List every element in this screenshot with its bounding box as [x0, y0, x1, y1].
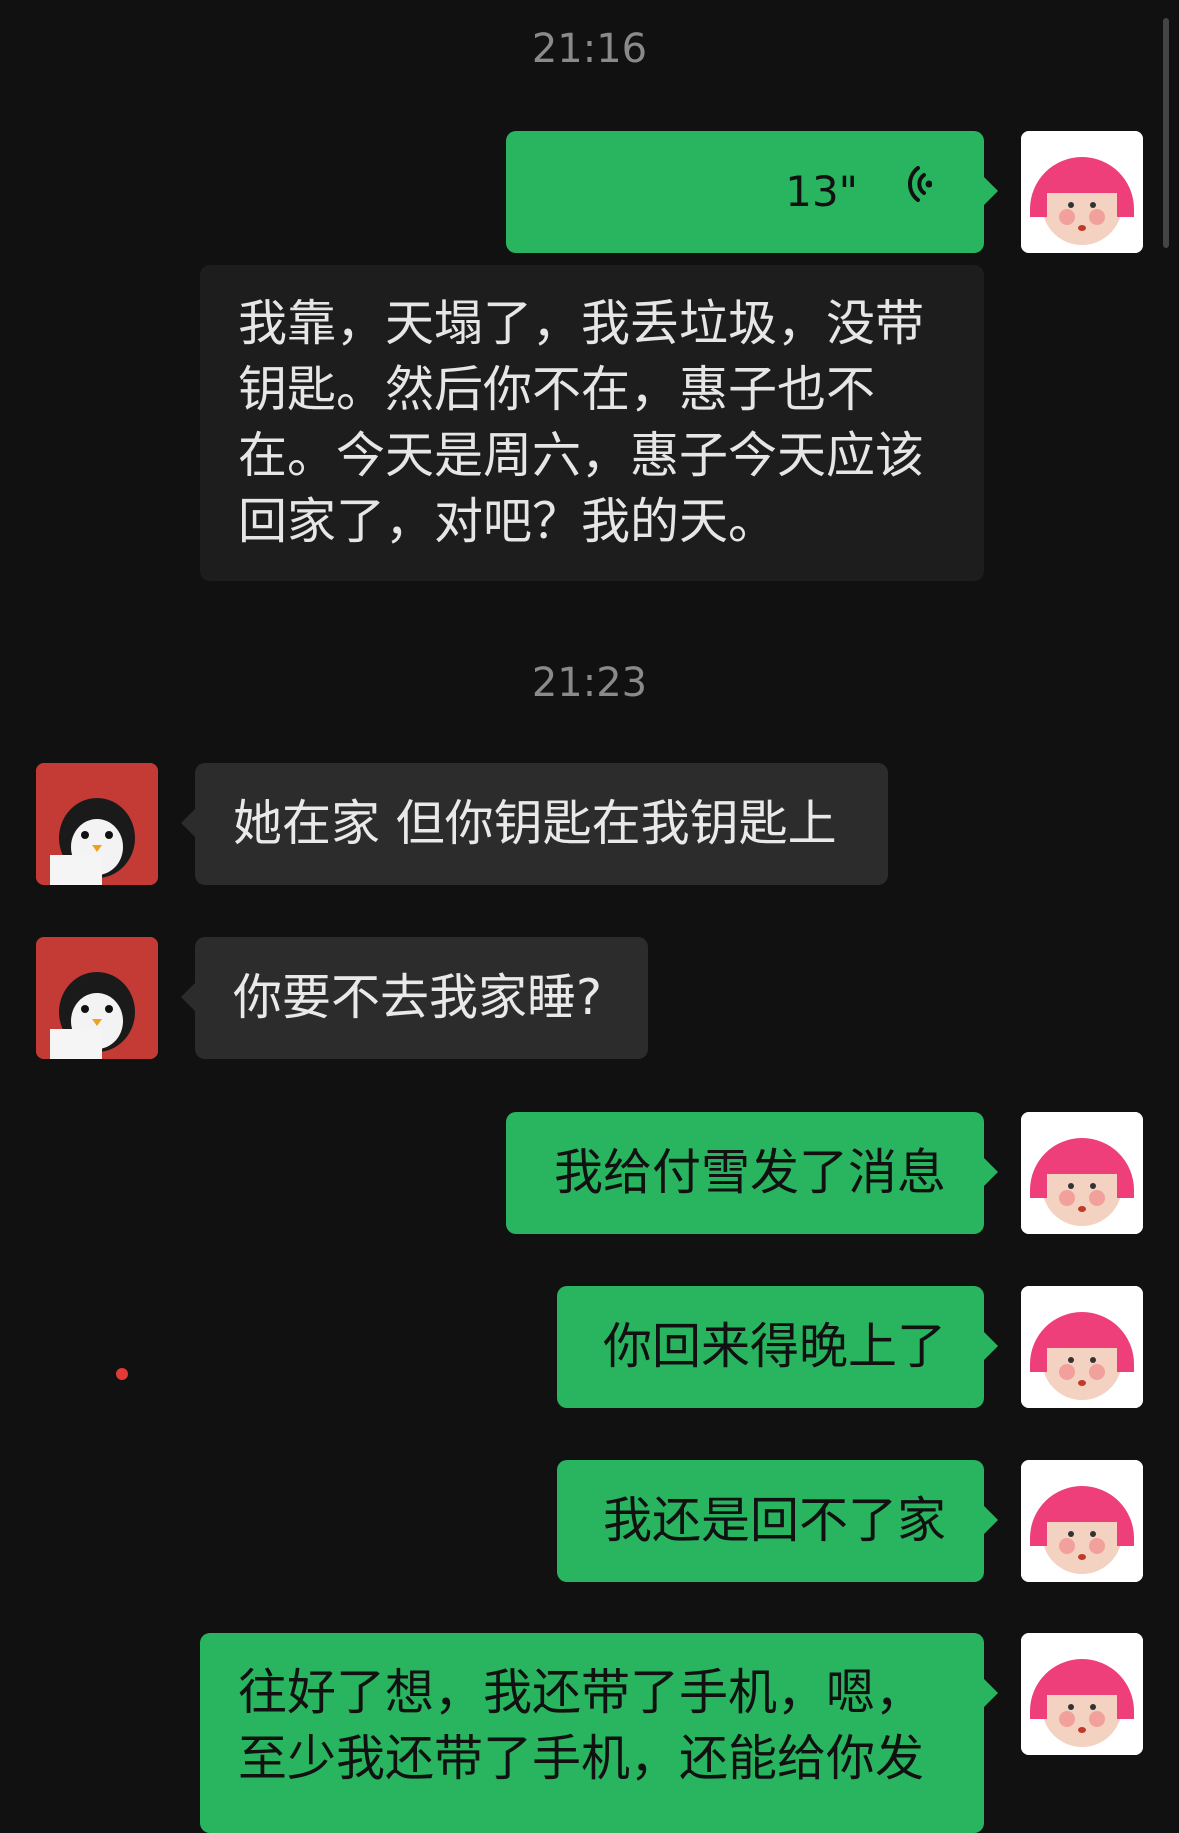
- bubble-tail: [181, 983, 195, 1011]
- avatar-self[interactable]: [1021, 1460, 1143, 1582]
- timestamp: 21:16: [531, 26, 648, 72]
- text-message-bubble[interactable]: 我还是回不了家: [557, 1460, 998, 1582]
- message-text: 你要不去我家睡?: [233, 969, 603, 1026]
- message-text: 她在家 但你钥匙在我钥匙上: [233, 795, 837, 852]
- avatar-self[interactable]: [1021, 131, 1143, 253]
- text-message-bubble[interactable]: 往好了想，我还带了手机，嗯，至少我还带了手机，还能给你发: [200, 1633, 998, 1833]
- bubble-tail: [181, 809, 195, 837]
- voice-wave-icon: [888, 159, 933, 225]
- message-text: 我还是回不了家: [602, 1492, 946, 1549]
- message-text: 你回来得晚上了: [602, 1318, 946, 1375]
- voice-duration: 13": [785, 167, 858, 216]
- text-message-bubble[interactable]: 我给付雪发了消息: [506, 1112, 998, 1234]
- avatar-peer[interactable]: [36, 937, 158, 1059]
- timestamp: 21:23: [531, 660, 648, 706]
- chat-area: 21:16 13" 我靠，天塌了，我丢垃圾，没带钥匙。然后你不在，惠子也不在。今…: [0, 0, 1179, 1833]
- text-message-bubble[interactable]: 你要不去我家睡?: [181, 937, 648, 1059]
- voice-message-bubble[interactable]: 13": [506, 131, 998, 253]
- message-text: 往好了想，我还带了手机，嗯，至少我还带了手机，还能给你发: [238, 1664, 925, 1787]
- bubble-tail: [984, 1506, 998, 1534]
- bubble-tail: [984, 1332, 998, 1360]
- unread-dot: [116, 1368, 128, 1380]
- avatar-peer[interactable]: [36, 763, 158, 885]
- avatar-self[interactable]: [1021, 1633, 1143, 1755]
- bubble-tail: [984, 177, 998, 205]
- bubble-tail: [984, 1679, 998, 1707]
- message-text: 我给付雪发了消息: [553, 1144, 946, 1201]
- text-message-bubble[interactable]: 我靠，天塌了，我丢垃圾，没带钥匙。然后你不在，惠子也不在。今天是周六，惠子今天应…: [200, 265, 984, 581]
- message-text: 我靠，天塌了，我丢垃圾，没带钥匙。然后你不在，惠子也不在。今天是周六，惠子今天应…: [238, 295, 925, 550]
- avatar-self[interactable]: [1021, 1286, 1143, 1408]
- bubble-tail: [984, 1158, 998, 1186]
- text-message-bubble[interactable]: 她在家 但你钥匙在我钥匙上: [181, 763, 888, 885]
- text-message-bubble[interactable]: 你回来得晚上了: [557, 1286, 998, 1408]
- avatar-self[interactable]: [1021, 1112, 1143, 1234]
